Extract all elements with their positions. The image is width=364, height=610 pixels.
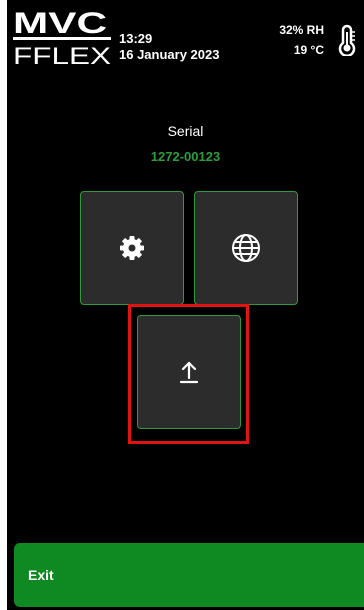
exit-label: Exit — [28, 567, 54, 583]
humidity-value: 32% RH — [279, 23, 324, 37]
logo-text-top: MVC — [13, 8, 107, 40]
settings-button[interactable] — [80, 191, 184, 305]
datetime: 13:29 16 January 2023 — [119, 31, 219, 63]
network-button[interactable] — [194, 191, 298, 305]
calendar-date: 16 January 2023 — [119, 47, 220, 62]
logo-text-bottom: FFLEX — [13, 43, 111, 66]
environment-readout: 32% RH 19 °C — [279, 20, 324, 60]
serial-number: 1272-00123 — [150, 149, 221, 164]
header: MVC FFLEX 13:29 16 January 2023 32% RH 1… — [7, 0, 364, 70]
device-screen: MVC FFLEX 13:29 16 January 2023 32% RH 1… — [7, 0, 364, 610]
temperature-value: 19 °C — [293, 43, 324, 57]
serial-label: Serial — [167, 123, 204, 139]
exit-button[interactable]: Exit — [14, 543, 364, 607]
mvc-fflex-logo: MVC FFLEX — [13, 8, 111, 66]
selection-highlight — [128, 304, 249, 444]
clock-time: 13:29 — [119, 31, 153, 46]
gear-icon — [120, 236, 144, 260]
thermometer-icon — [338, 24, 356, 56]
globe-icon — [232, 234, 260, 262]
logo-divider — [13, 37, 111, 40]
